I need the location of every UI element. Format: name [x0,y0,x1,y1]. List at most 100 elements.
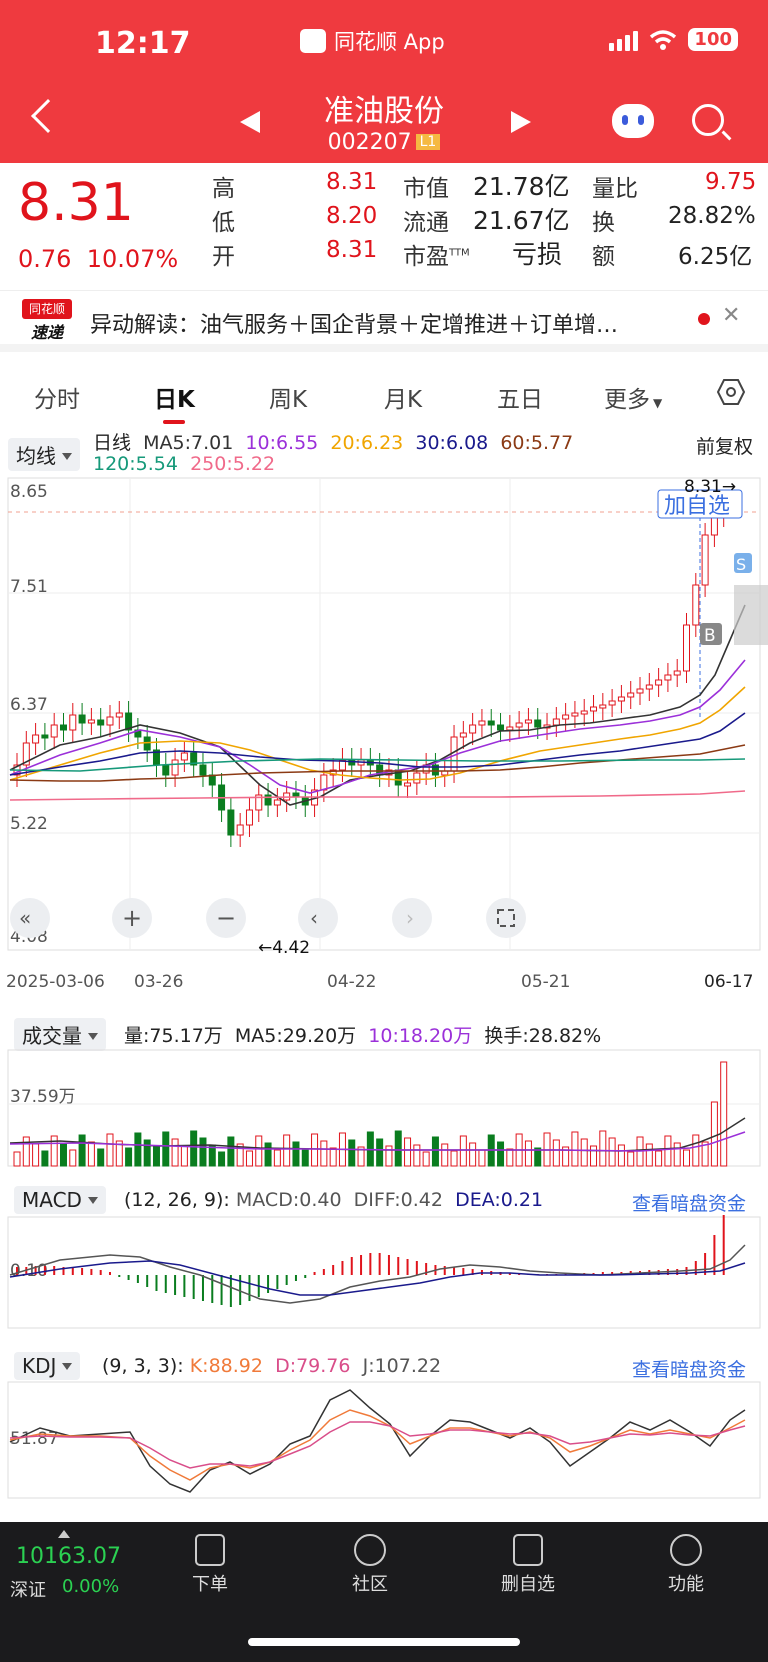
macd-params: (12, 26, 9): [124,1189,230,1211]
x-label-3: 04-22 [327,972,377,992]
volume-bar [106,1133,114,1167]
macd-bar [183,1275,186,1297]
volume-bar [664,1135,672,1167]
macd-select[interactable]: MACD [14,1186,106,1214]
index-value[interactable]: 10163.07 [16,1544,121,1569]
dropdown-arrow-icon [62,1363,73,1370]
float-label: 流通 [403,210,449,236]
tab-more[interactable]: 更多 ▼ [604,380,662,414]
tab-intraday[interactable]: 分时 [34,380,80,414]
indicator-select[interactable]: 均线 [8,438,80,471]
candle [180,752,188,761]
volume-bar [125,1147,133,1167]
fullscreen-icon[interactable] [486,898,526,938]
volume-bar [580,1138,588,1167]
sell-marker-label: S [736,555,746,574]
bottom-toolbar: 10163.07 深证 0.00% 下单 社区 删自选 功能 [0,1522,768,1662]
status-app: 同花顺 App [300,26,445,56]
candle [245,809,253,826]
news-unread-dot [698,313,710,325]
candle [78,714,86,724]
close-icon[interactable]: ✕ [722,303,740,328]
j-line [9,1389,746,1493]
next-stock-icon[interactable] [511,111,531,133]
kdj-chart[interactable]: 51.87 [0,1380,768,1500]
function-button[interactable]: 功能 [636,1534,736,1596]
expand-up-icon[interactable] [58,1530,70,1538]
kline-chart[interactable]: B S 加自选 8.31→ ←4.42 8.65 7.51 6.37 5.22 … [0,475,768,955]
wifi-icon [650,29,677,50]
macd-bar [360,1255,363,1275]
robot-assistant-icon[interactable] [612,104,654,138]
candle [683,624,691,672]
amount-value: 6.25亿 [678,244,753,270]
settings-hex-icon[interactable] [717,378,745,406]
macd-darkpool-link[interactable]: 查看暗盘资金 [632,1189,746,1216]
macd-bar [713,1235,716,1275]
news-logo-bottom: 速递 [30,323,63,342]
volume-bar [450,1150,458,1167]
mktcap-label: 市值 [403,176,449,202]
macd-bar [294,1275,297,1281]
volume-chart[interactable]: 37.59万 [0,1048,768,1168]
low-marker: ←4.42 [258,938,310,955]
tab-five-day[interactable]: 五日 [497,380,543,414]
macd-bar [676,1269,679,1275]
macd-bar [201,1275,204,1301]
tab-daily-k[interactable]: 日K [154,380,195,414]
candle [59,724,67,731]
stock-code: 002207 [327,130,412,155]
search-icon[interactable] [692,104,724,136]
candle [664,674,672,681]
status-app-name: 同花顺 App [334,30,445,54]
macd-legend: (12, 26, 9): MACD:0.40 DIFF:0.42 DEA:0.2… [124,1189,543,1211]
volume-bar [394,1130,402,1167]
ma-line-0 [9,604,746,806]
volume-bar [264,1142,272,1167]
remove-watch-button[interactable]: 删自选 [478,1534,578,1596]
zoom-out-glyph: − [216,904,236,932]
volume-bar [134,1132,142,1167]
period-label: 日线 [93,432,132,454]
dea-line [9,1260,746,1296]
kdj-select[interactable]: KDJ [14,1352,81,1380]
order-label: 下单 [192,1574,228,1595]
news-text[interactable]: 异动解读：油气服务＋国企背景＋定增推进＋订单增… [90,307,680,339]
macd-select-label: MACD [22,1188,82,1212]
dropdown-arrow-icon [62,453,72,460]
d-line [9,1421,746,1469]
mktcap-value: 21.78亿 [473,172,570,201]
kdj-darkpool-link[interactable]: 查看暗盘资金 [632,1355,746,1382]
volume-select[interactable]: 成交量 [14,1018,106,1051]
candle [97,719,105,726]
volume-bar [478,1149,486,1167]
macd-chart[interactable]: 0.10 [0,1215,768,1330]
ma20-value: 20:6.23 [330,432,404,454]
macd-bar [322,1269,325,1275]
order-button[interactable]: 下单 [160,1534,260,1596]
candle [478,720,486,726]
macd-histogram [16,1215,725,1307]
tab-monthly-k[interactable]: 月K [384,380,422,414]
adjust-mode[interactable]: 前复权 [696,432,753,459]
menu-circle-icon [670,1534,702,1566]
candle [106,716,114,726]
volume-bar [273,1149,281,1167]
volume-bar [227,1136,235,1167]
volume-bar [162,1131,170,1167]
candle [50,724,58,738]
candle [69,714,77,731]
volume-bar [617,1144,625,1167]
volume-bar [431,1136,439,1167]
amount-label: 额 [592,244,615,270]
change-pct: 10.07% [86,245,179,273]
news-ticker[interactable]: 同花顺 速递 异动解读：油气服务＋国企背景＋定增推进＋订单增… [0,290,768,352]
macd-bar [248,1275,251,1301]
candle [636,688,644,694]
scroll-handle[interactable] [734,585,768,645]
scroll-left-icon[interactable] [298,898,338,938]
y-label-4: 5.22 [10,814,48,834]
tab-weekly-k[interactable]: 周K [269,380,307,414]
community-button[interactable]: 社区 [320,1534,420,1596]
candle [41,734,49,739]
